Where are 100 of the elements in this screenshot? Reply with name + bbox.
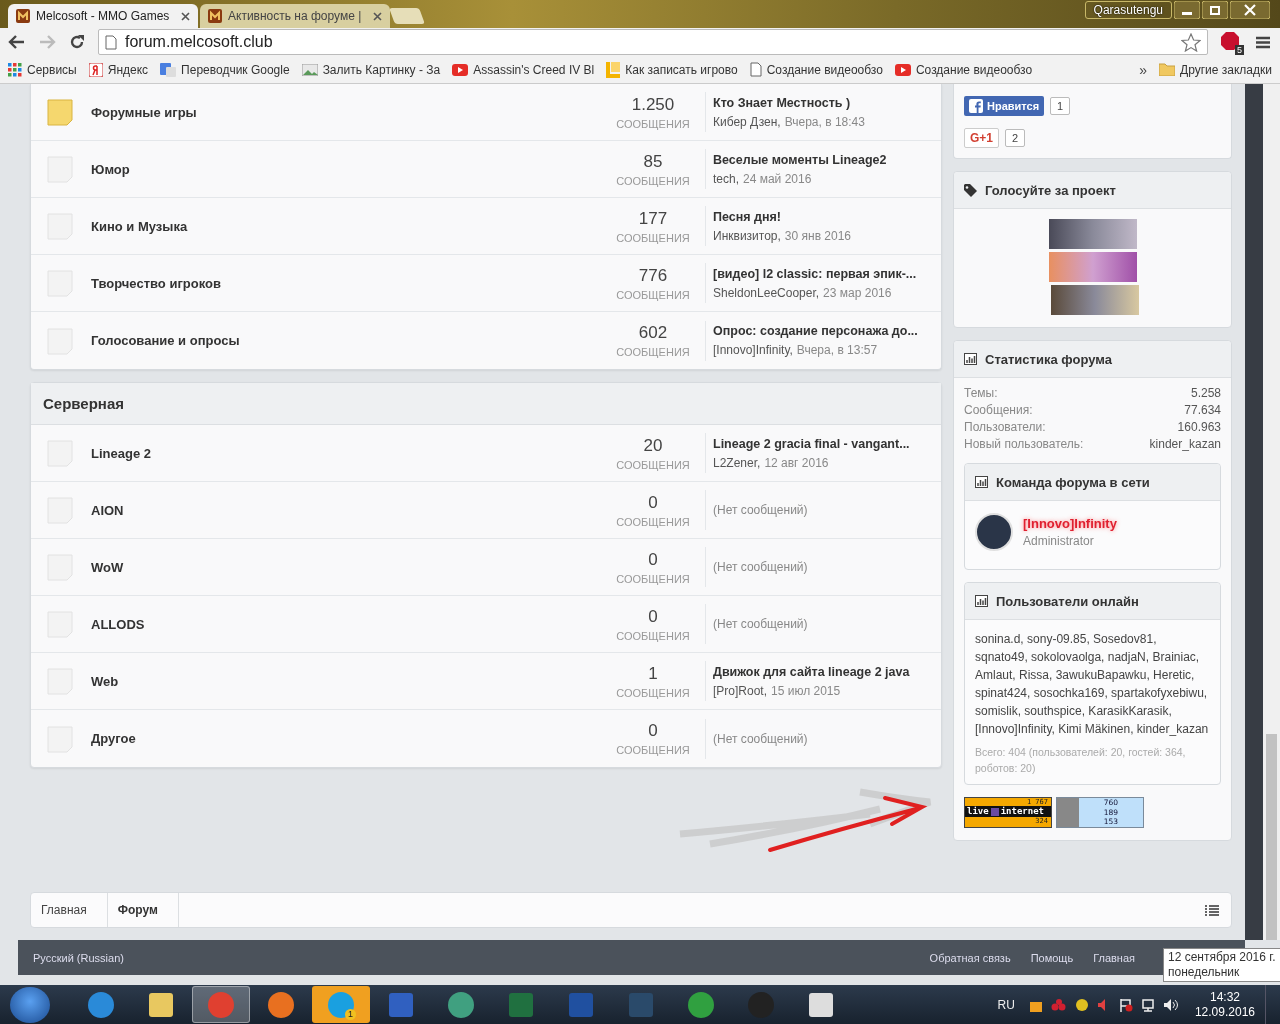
close-icon[interactable] bbox=[181, 11, 190, 21]
app-icon bbox=[686, 989, 716, 1020]
address-bar[interactable]: forum.melcosoft.club bbox=[98, 29, 1208, 55]
minimize-icon[interactable] bbox=[1174, 1, 1200, 19]
volume-icon[interactable] bbox=[1162, 997, 1179, 1012]
section-title[interactable]: Серверная bbox=[31, 383, 941, 425]
close-icon[interactable] bbox=[1230, 1, 1270, 19]
play-icon bbox=[452, 63, 469, 76]
post-author[interactable]: [Innovo]Infinity, bbox=[713, 343, 793, 357]
forum-name[interactable]: Кино и Музыка bbox=[91, 218, 601, 234]
more-bookmarks-button[interactable]: » bbox=[1139, 61, 1148, 78]
last-post-title[interactable]: Опрос: создание персонажа до... bbox=[713, 324, 943, 338]
message-count: 85 bbox=[643, 151, 663, 172]
forum-name[interactable]: Lineage 2 bbox=[91, 445, 601, 461]
breadcrumb-link[interactable]: Форум bbox=[107, 893, 179, 927]
forum-name[interactable]: WoW bbox=[91, 559, 601, 575]
footer-link[interactable]: Главная bbox=[1093, 951, 1135, 964]
image-icon bbox=[301, 63, 318, 76]
count-label: СООБЩЕНИЯ bbox=[616, 288, 690, 301]
reload-icon[interactable] bbox=[68, 33, 86, 51]
forum-name[interactable]: Юмор bbox=[91, 161, 601, 177]
avatar[interactable] bbox=[975, 513, 1013, 551]
start-button[interactable] bbox=[10, 986, 50, 1023]
card-title: Пользователи онлайн bbox=[996, 593, 1139, 609]
banner-placeholder[interactable] bbox=[1050, 285, 1139, 315]
stat-label: Новый пользователь: bbox=[964, 437, 1084, 451]
footer-link[interactable]: Обратная связь bbox=[929, 951, 1011, 964]
post-author[interactable]: SheldonLeeCooper, bbox=[713, 285, 820, 300]
browser-tab[interactable]: Melcosoft - MMO Games bbox=[8, 4, 198, 28]
bookmark[interactable]: Переводчик Google bbox=[160, 62, 290, 77]
app-icon bbox=[266, 989, 296, 1020]
last-post-title[interactable]: Кто Знает Местность ) bbox=[713, 95, 943, 110]
forum-name[interactable]: Web bbox=[91, 673, 601, 689]
star-icon[interactable] bbox=[1181, 32, 1201, 52]
tray-status-icon[interactable] bbox=[1074, 997, 1089, 1012]
date-tooltip: 12 сентября 2016 г. понедельник bbox=[1163, 948, 1280, 982]
banner-placeholder[interactable] bbox=[1048, 219, 1137, 249]
bookmark[interactable]: Создание видеообзо bbox=[749, 62, 883, 77]
forum-name[interactable]: ALLODS bbox=[91, 616, 601, 632]
post-date: Вчера, в 18:43 bbox=[784, 114, 865, 129]
forum-name[interactable]: Голосование и опросы bbox=[91, 333, 601, 348]
last-post-title[interactable]: Веселые моменты Lineage2 bbox=[713, 152, 943, 167]
bookmark[interactable]: Сервисы bbox=[8, 62, 77, 77]
new-tab-button[interactable] bbox=[389, 8, 425, 24]
last-post-title[interactable]: [видео] l2 classic: первая эпик-... bbox=[713, 266, 943, 281]
last-post-title[interactable]: Lineage 2 gracia final - vangant... bbox=[713, 436, 943, 451]
forum-name[interactable]: Творчество игроков bbox=[91, 275, 601, 291]
plus-one-count: 2 bbox=[1005, 129, 1026, 147]
network-icon[interactable] bbox=[1140, 997, 1155, 1012]
profile-name[interactable]: Qarasutengu bbox=[1084, 1, 1172, 19]
message-count: 0 bbox=[648, 549, 658, 570]
post-author[interactable]: [Pro]Root, bbox=[713, 683, 768, 698]
browser-tab[interactable]: Активность на форуме | bbox=[200, 4, 390, 28]
maximize-icon[interactable] bbox=[1202, 1, 1228, 19]
post-author[interactable]: L2Zener, bbox=[713, 455, 761, 470]
forum-name[interactable]: Форумные игры bbox=[91, 104, 601, 120]
count-label: СООБЩЕНИЯ bbox=[616, 515, 690, 528]
plus-one-button[interactable]: G+1 bbox=[964, 128, 999, 148]
bookmark[interactable]: Яндекс bbox=[88, 62, 149, 77]
post-author[interactable]: Инквизитор, bbox=[713, 228, 781, 243]
member-name[interactable]: [Innovo]Infinity bbox=[1023, 516, 1117, 531]
notification-badge: 1 bbox=[345, 1009, 356, 1020]
clock[interactable]: 14:32 12.09.2016 bbox=[1194, 989, 1255, 1020]
last-post-title[interactable]: Песня дня! bbox=[713, 209, 943, 224]
like-button[interactable]: Нравится bbox=[964, 96, 1045, 116]
app-icon bbox=[206, 989, 236, 1020]
logo-icon bbox=[208, 9, 222, 23]
post-date: 30 янв 2016 bbox=[784, 228, 852, 243]
footer-link[interactable]: Помощь bbox=[1030, 951, 1074, 964]
play-icon bbox=[894, 63, 911, 76]
stat-value: 160.963 bbox=[1177, 420, 1221, 434]
translate-icon bbox=[160, 62, 177, 77]
flag-icon[interactable] bbox=[1118, 997, 1133, 1012]
count-label: СООБЩЕНИЯ bbox=[616, 629, 690, 642]
scroll-thumb[interactable] bbox=[1266, 734, 1277, 940]
message-count: 0 bbox=[648, 492, 658, 513]
forum-name[interactable]: AION bbox=[91, 502, 601, 518]
bookmark-folder[interactable]: Другие закладки bbox=[1159, 62, 1272, 77]
bookmark[interactable]: Залить Картинку - За bbox=[301, 62, 441, 77]
taskbar-app-button[interactable]: 1 bbox=[312, 986, 370, 1023]
bookmark[interactable]: Создание видеообзо bbox=[894, 62, 1033, 77]
stat-value: 5.258 bbox=[1190, 386, 1221, 400]
close-icon[interactable] bbox=[373, 11, 382, 21]
last-post-title[interactable]: Движок для сайта lineage 2 java bbox=[713, 664, 943, 679]
bookmark[interactable]: Assassin's Creed IV Bl bbox=[452, 62, 595, 77]
post-author[interactable]: Кибер Дзен, bbox=[713, 114, 781, 129]
input-language[interactable]: RU bbox=[997, 997, 1015, 1012]
tray-berry-icon[interactable] bbox=[1050, 997, 1067, 1012]
back-icon[interactable] bbox=[8, 34, 26, 50]
forum-name[interactable]: Другое bbox=[91, 731, 601, 746]
menu-icon[interactable] bbox=[1256, 35, 1270, 49]
count-label: СООБЩЕНИЯ bbox=[616, 458, 690, 471]
scrollbar[interactable] bbox=[1263, 84, 1280, 940]
post-author[interactable]: tech, bbox=[713, 171, 739, 186]
breadcrumb-link[interactable]: Главная bbox=[31, 893, 108, 927]
logo-icon bbox=[16, 9, 30, 23]
bookmark[interactable]: Как записать игрово bbox=[606, 61, 738, 78]
language-link[interactable]: Русский (Russian) bbox=[33, 951, 124, 964]
list-icon[interactable] bbox=[1205, 904, 1219, 916]
card-title: Команда форума в сети bbox=[996, 474, 1150, 490]
